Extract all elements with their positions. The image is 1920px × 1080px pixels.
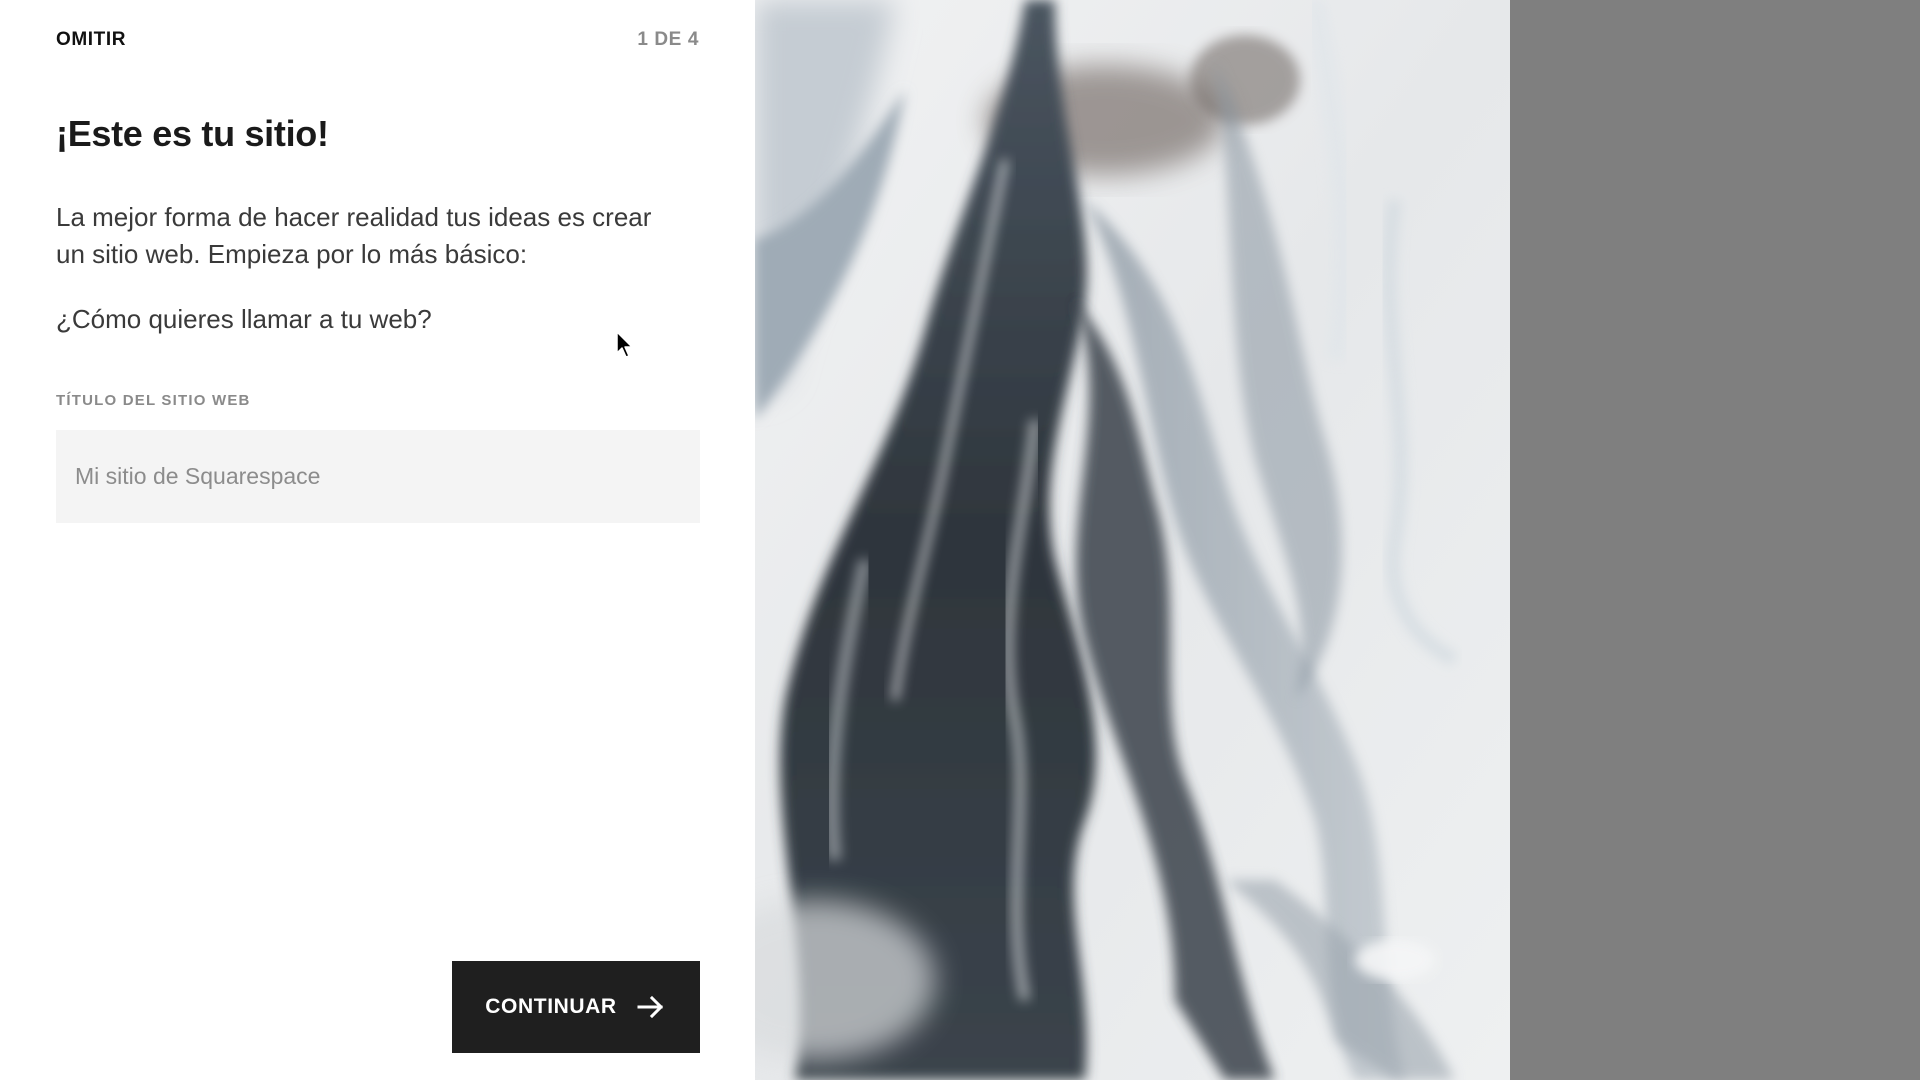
onboarding-page: OMITIR 1 DE 4 ¡Este es tu sitio! La mejo… [0,0,1920,1080]
skip-link[interactable]: OMITIR [56,29,126,51]
onboarding-panel: OMITIR 1 DE 4 ¡Este es tu sitio! La mejo… [0,0,755,1080]
continue-button[interactable]: CONTINUAR [452,961,700,1053]
page-title: ¡Este es tu sitio! [56,113,329,154]
marble-texture-image [755,0,1510,1080]
step-indicator: 1 DE 4 [637,29,699,50]
site-title-input[interactable] [56,430,700,523]
intro-text: La mejor forma de hacer realidad tus ide… [56,202,652,269]
mouse-cursor-icon [616,331,634,359]
question-text: ¿Cómo quieres llamar a tu web? [56,304,432,334]
top-bar: OMITIR 1 DE 4 [56,26,699,54]
site-title-label: TÍTULO DEL SITIO WEB [56,392,251,409]
continue-button-label: CONTINUAR [485,995,617,1018]
arrow-right-icon [635,991,667,1023]
